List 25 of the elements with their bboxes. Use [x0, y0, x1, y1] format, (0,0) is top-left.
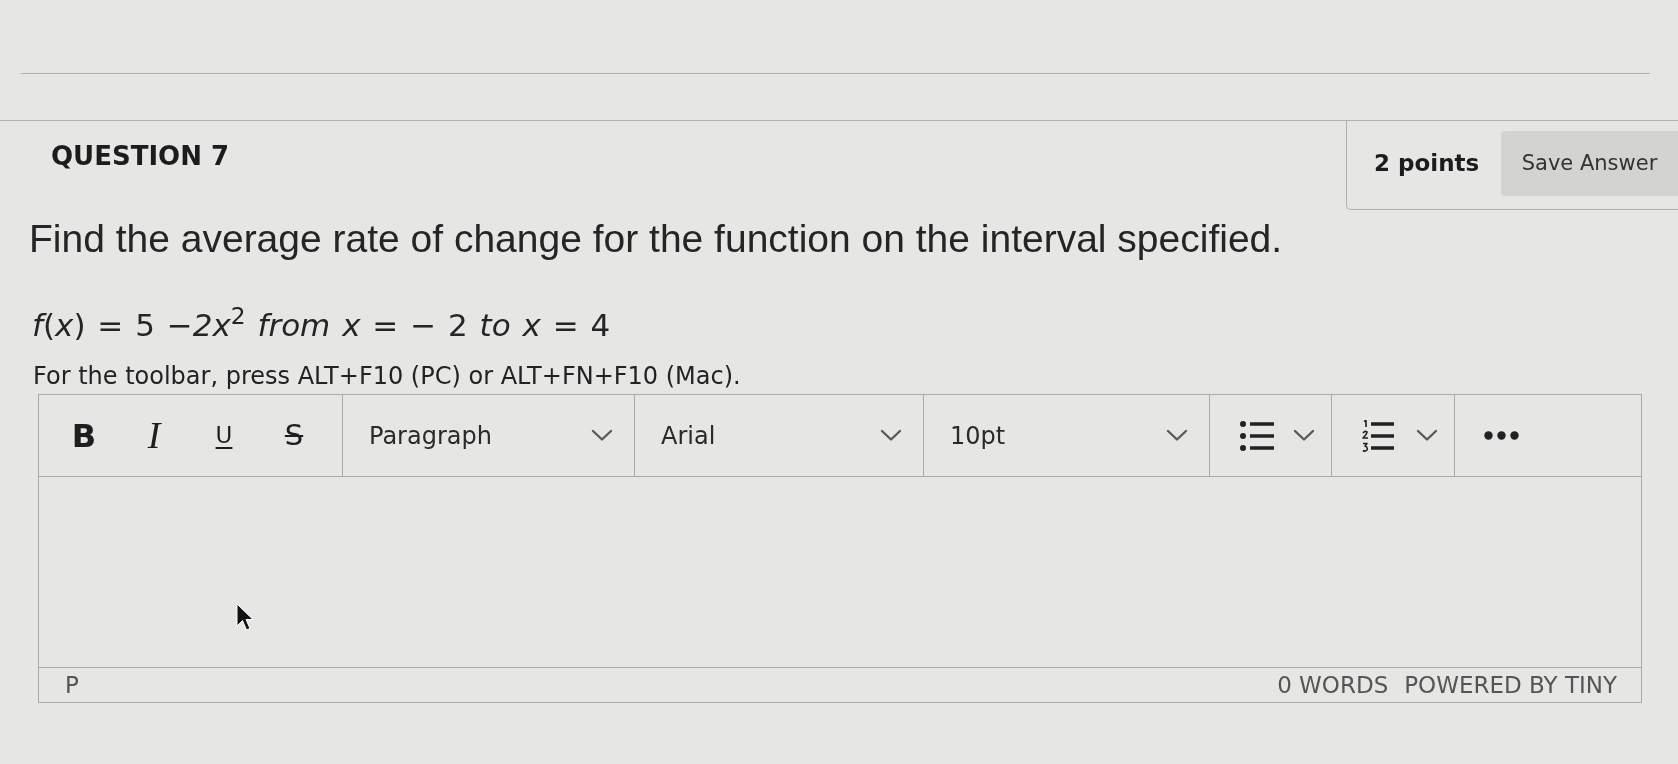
toolbar-hint: For the toolbar, press ALT+F10 (PC) or ALT+FN+F10 (Mac).	[33, 361, 741, 391]
bullet-list-icon	[1240, 419, 1274, 452]
chevron-down-icon	[1166, 429, 1188, 442]
save-answer-button[interactable]: Save Answer	[1501, 131, 1678, 196]
chevron-down-icon	[591, 429, 613, 442]
question-title: QUESTION 7	[51, 140, 230, 172]
chevron-down-icon	[880, 429, 902, 442]
bold-button[interactable]: B	[49, 405, 119, 466]
font-size-dropdown[interactable]: 10pt	[924, 395, 1209, 476]
underline-button[interactable]: U	[189, 405, 259, 466]
question-text: Find the average rate of change for the function on the interval specified.	[29, 216, 1283, 262]
more-icon	[1484, 431, 1519, 440]
cursor-icon	[236, 603, 254, 631]
element-path-link[interactable]: P	[65, 667, 79, 703]
numbered-list-icon	[1362, 419, 1394, 452]
branding-link[interactable]: POWERED BY TINY	[1404, 667, 1617, 703]
points-label: 2 points	[1374, 149, 1480, 178]
block-format-dropdown[interactable]: Paragraph	[343, 395, 634, 476]
chevron-down-icon	[1293, 429, 1315, 442]
formula-text: f(x) = 5 −2x$^{2}$ from x = − 2 to x = 4	[32, 305, 611, 345]
chevron-down-icon	[1416, 429, 1438, 442]
word-count-button[interactable]: 0 WORDS	[1277, 667, 1389, 703]
italic-button[interactable]: I	[119, 405, 189, 466]
font-family-dropdown[interactable]: Arial	[635, 395, 923, 476]
strikethrough-button[interactable]: S	[259, 405, 329, 466]
